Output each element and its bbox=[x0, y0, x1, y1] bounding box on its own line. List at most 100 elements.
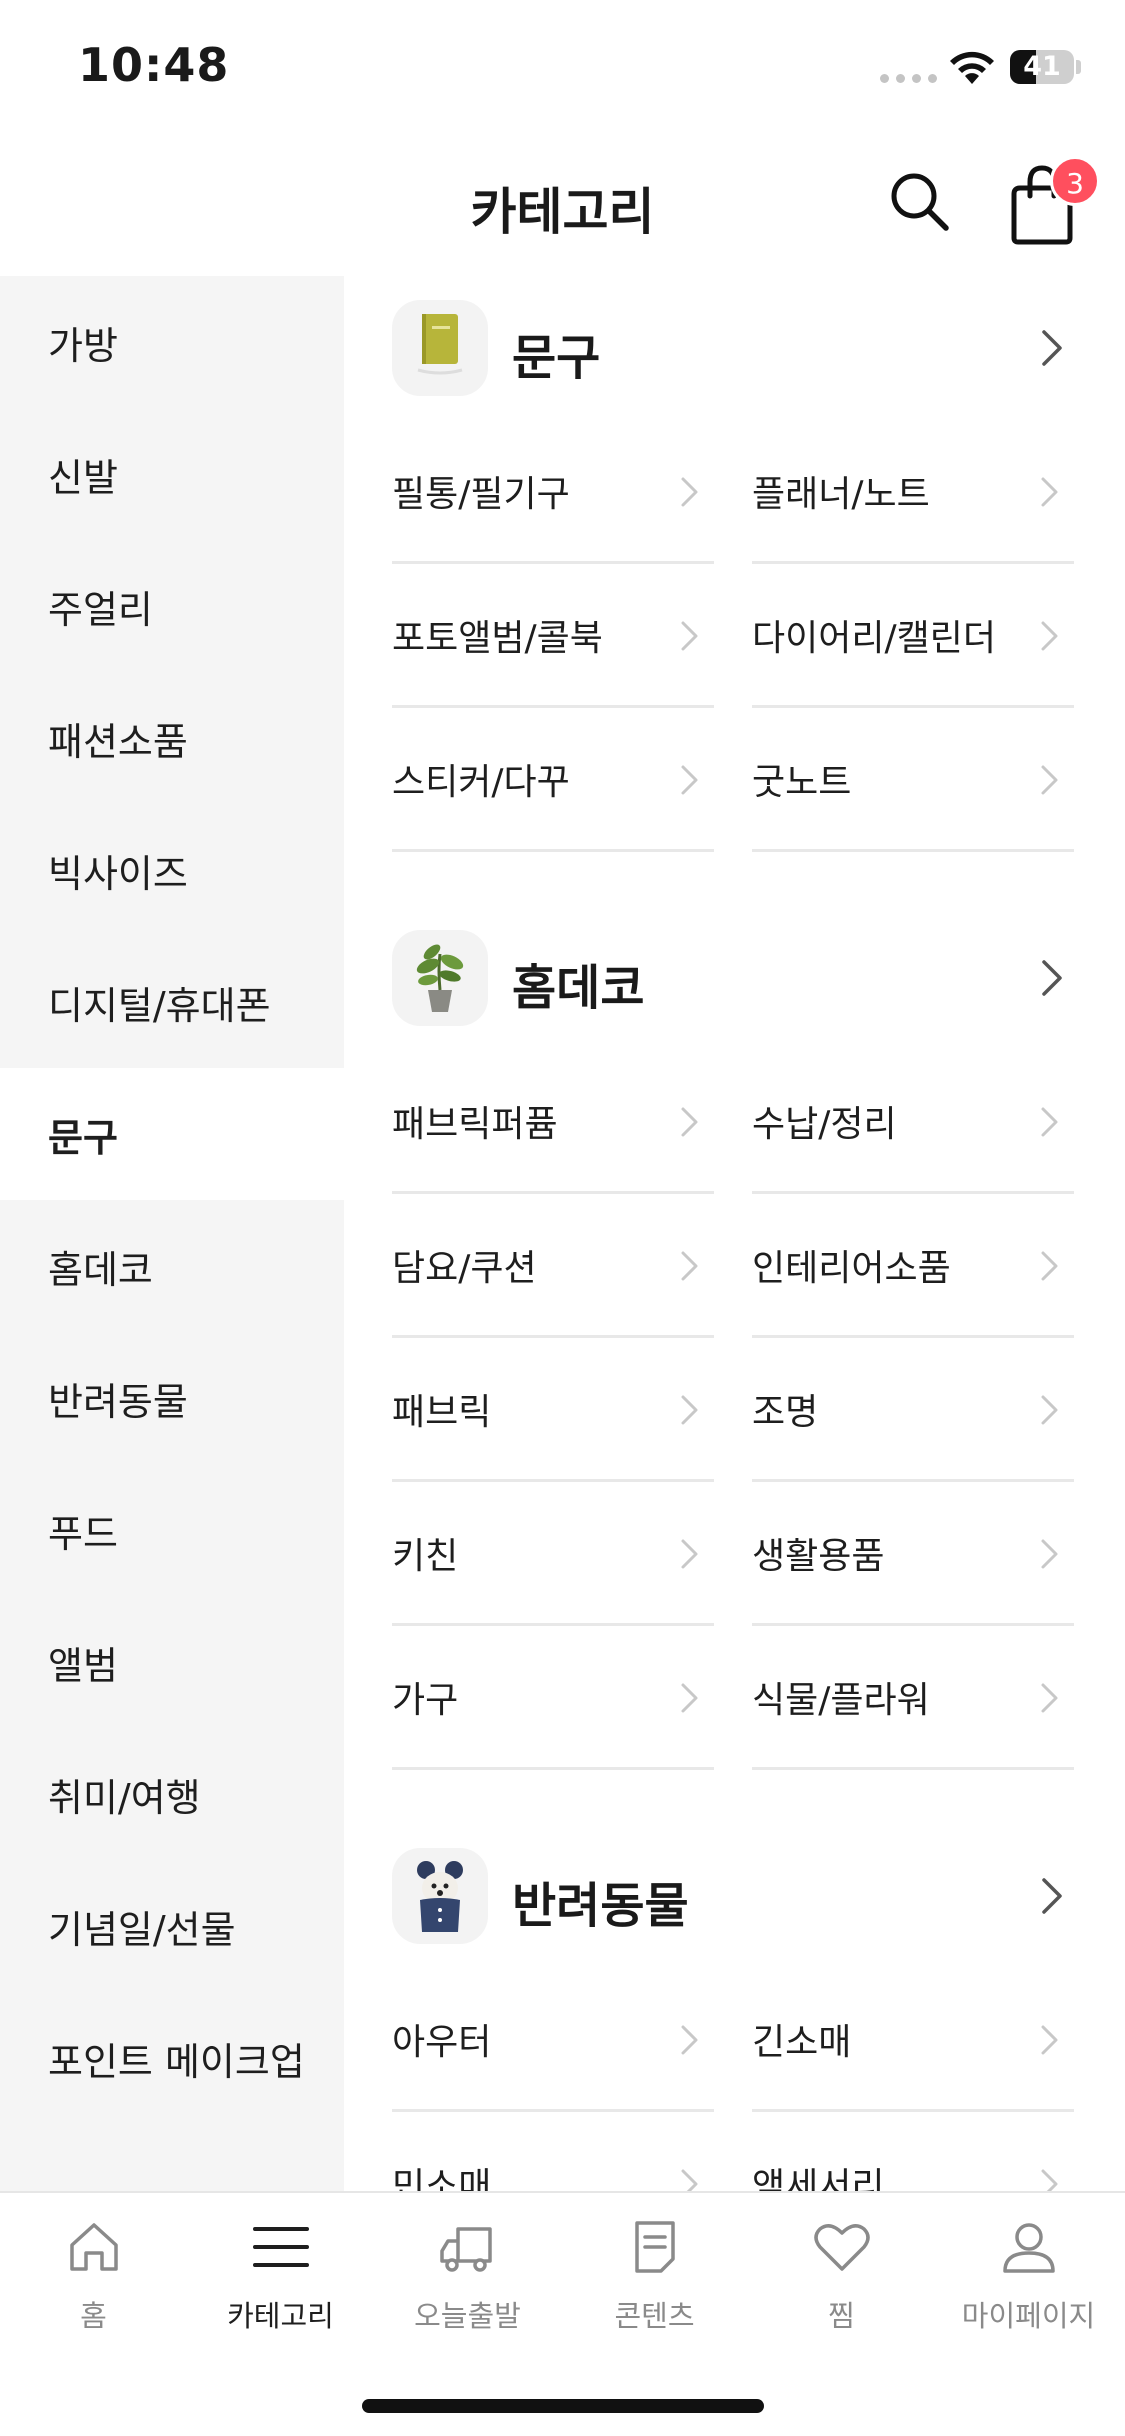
search-icon[interactable] bbox=[880, 162, 960, 242]
section-title: 문구 bbox=[512, 330, 601, 386]
subcategory-label: 조명 bbox=[752, 1391, 819, 1433]
chevron-right-icon bbox=[680, 2168, 700, 2191]
subcategory-link[interactable]: 아우터 bbox=[392, 1968, 714, 2112]
sidebar-item[interactable]: 패션소품 bbox=[0, 672, 344, 804]
menu-icon bbox=[252, 2227, 309, 2267]
subcategory-link[interactable]: 플래너/노트 bbox=[752, 420, 1074, 564]
chevron-right-icon bbox=[680, 620, 700, 652]
sidebar-item[interactable]: 취미/여행 bbox=[0, 1728, 344, 1860]
truck-icon bbox=[439, 2227, 492, 2272]
chevron-right-icon bbox=[1040, 2168, 1060, 2191]
subcategory-label: 패브릭 bbox=[392, 1391, 492, 1433]
document-icon bbox=[634, 2221, 675, 2273]
chevron-right-icon bbox=[1040, 1106, 1060, 1138]
subcategory-link[interactable]: 인테리어소품 bbox=[752, 1194, 1074, 1338]
chevron-right-icon bbox=[1038, 1874, 1068, 1918]
tab-wishlist[interactable]: 찜 bbox=[748, 2215, 935, 2355]
chevron-right-icon bbox=[680, 1682, 700, 1714]
chevron-right-icon bbox=[1040, 764, 1060, 796]
subcategory-link[interactable]: 다이어리/캘린더 bbox=[752, 564, 1074, 708]
tab-label: 콘텐츠 bbox=[614, 2299, 695, 2333]
user-icon bbox=[1002, 2223, 1055, 2273]
subcategory-label: 생활용품 bbox=[752, 1535, 885, 1577]
subcategory-link[interactable]: 액세서리 bbox=[752, 2112, 1074, 2191]
chevron-right-icon bbox=[1040, 1538, 1060, 1570]
tab-label: 홈 bbox=[80, 2299, 107, 2333]
subcategory-label: 식물/플라워 bbox=[752, 1679, 930, 1721]
status-time: 10:48 bbox=[78, 38, 230, 92]
subcategory-label: 수납/정리 bbox=[752, 1103, 897, 1145]
status-bar: 10:48 41 bbox=[0, 0, 1125, 132]
subcategory-link[interactable]: 조명 bbox=[752, 1338, 1074, 1482]
plant-icon bbox=[392, 930, 488, 1026]
section-title: 홈데코 bbox=[512, 960, 645, 1016]
subcategory-label: 포토앨범/콜북 bbox=[392, 617, 603, 659]
tab-label: 마이페이지 bbox=[961, 2299, 1096, 2333]
subcategory-link[interactable]: 수납/정리 bbox=[752, 1050, 1074, 1194]
tab-label: 오늘출발 bbox=[414, 2299, 521, 2333]
battery-cap bbox=[1076, 60, 1081, 74]
battery-icon: 41 bbox=[1010, 50, 1074, 84]
subcategory-link[interactable]: 스티커/다꾸 bbox=[392, 708, 714, 852]
subcategory-label: 가구 bbox=[392, 1679, 459, 1721]
subcategory-link[interactable]: 필통/필기구 bbox=[392, 420, 714, 564]
subcategory-link[interactable]: 키친 bbox=[392, 1482, 714, 1626]
subcategory-link[interactable]: 긴소매 bbox=[752, 1968, 1074, 2112]
subcategory-link[interactable]: 포토앨범/콜북 bbox=[392, 564, 714, 708]
category-section: 문구필통/필기구 플래너/노트포토앨범/콜북 다이어리/캘린더스티커/다꾸 굿노트 bbox=[344, 276, 1125, 906]
home-indicator bbox=[362, 2399, 764, 2413]
sidebar-item[interactable]: 주얼리 bbox=[0, 540, 344, 672]
sidebar-item[interactable]: 빅사이즈 bbox=[0, 804, 344, 936]
chevron-right-icon bbox=[680, 1250, 700, 1282]
sidebar-item[interactable]: 가방 bbox=[0, 276, 344, 408]
dog-icon bbox=[392, 1848, 488, 1944]
tab-home[interactable]: 홈 bbox=[0, 2215, 187, 2355]
subcategory-link[interactable]: 담요/쿠션 bbox=[392, 1194, 714, 1338]
chevron-right-icon bbox=[1040, 476, 1060, 508]
chevron-right-icon bbox=[1038, 326, 1068, 370]
subcategory-label: 인테리어소품 bbox=[752, 1247, 951, 1289]
subcategory-link[interactable]: 가구 bbox=[392, 1626, 714, 1770]
section-header[interactable]: 홈데코 bbox=[344, 906, 1125, 1050]
sidebar-item[interactable]: 신발 bbox=[0, 408, 344, 540]
category-section: 반려동물아우터 긴소매민소매 액세서리 bbox=[344, 1824, 1125, 2191]
sidebar-item[interactable]: 디지털/휴대폰 bbox=[0, 936, 344, 1068]
chevron-right-icon bbox=[680, 764, 700, 796]
sidebar-item[interactable]: 앨범 bbox=[0, 1596, 344, 1728]
sidebar-item[interactable]: 푸드 bbox=[0, 1464, 344, 1596]
tab-label: 카테고리 bbox=[227, 2299, 334, 2333]
sidebar-item[interactable]: 홈데코 bbox=[0, 1200, 344, 1332]
subcategory-link[interactable]: 패브릭퍼퓸 bbox=[392, 1050, 714, 1194]
chevron-right-icon bbox=[1040, 1250, 1060, 1282]
tab-today-shipping[interactable]: 오늘출발 bbox=[374, 2215, 561, 2355]
subcategory-label: 아우터 bbox=[392, 2021, 492, 2063]
subcategory-link[interactable]: 패브릭 bbox=[392, 1338, 714, 1482]
subcategory-link[interactable]: 식물/플라워 bbox=[752, 1626, 1074, 1770]
chevron-right-icon bbox=[680, 1106, 700, 1138]
chevron-right-icon bbox=[680, 1394, 700, 1426]
section-header[interactable]: 문구 bbox=[344, 276, 1125, 420]
tab-category[interactable]: 카테고리 bbox=[187, 2215, 374, 2355]
sidebar-item[interactable]: 반려동물 bbox=[0, 1332, 344, 1464]
tab-mypage[interactable]: 마이페이지 bbox=[935, 2215, 1122, 2355]
tab-contents[interactable]: 콘텐츠 bbox=[561, 2215, 748, 2355]
subcategory-link[interactable]: 민소매 bbox=[392, 2112, 714, 2191]
subcategory-label: 굿노트 bbox=[752, 761, 852, 803]
section-title: 반려동물 bbox=[512, 1878, 689, 1934]
wifi-icon bbox=[950, 51, 994, 84]
sidebar-item[interactable]: 기념일/선물 bbox=[0, 1860, 344, 1992]
battery-level: 41 bbox=[1023, 51, 1061, 82]
subcategory-panel: 문구필통/필기구 플래너/노트포토앨범/콜북 다이어리/캘린더스티커/다꾸 굿노트홈데… bbox=[344, 276, 1125, 2191]
subcategory-link[interactable]: 굿노트 bbox=[752, 708, 1074, 852]
section-header[interactable]: 반려동물 bbox=[344, 1824, 1125, 1968]
cart-count-badge: 3 bbox=[1050, 156, 1100, 206]
cellular-signal-icon bbox=[880, 74, 937, 83]
category-sidebar: 가방 신발 주얼리 패션소품 빅사이즈 디지털/휴대폰 문구 홈데코 반려동물 푸드 앨범 취미/여행… bbox=[0, 276, 344, 2191]
subcategory-label: 다이어리/캘린더 bbox=[752, 617, 996, 659]
chevron-right-icon bbox=[680, 2024, 700, 2056]
subcategory-link[interactable]: 생활용품 bbox=[752, 1482, 1074, 1626]
sidebar-item[interactable]: 문구 bbox=[0, 1068, 344, 1200]
sidebar-item[interactable]: 포인트 메이크업 bbox=[0, 1992, 344, 2124]
